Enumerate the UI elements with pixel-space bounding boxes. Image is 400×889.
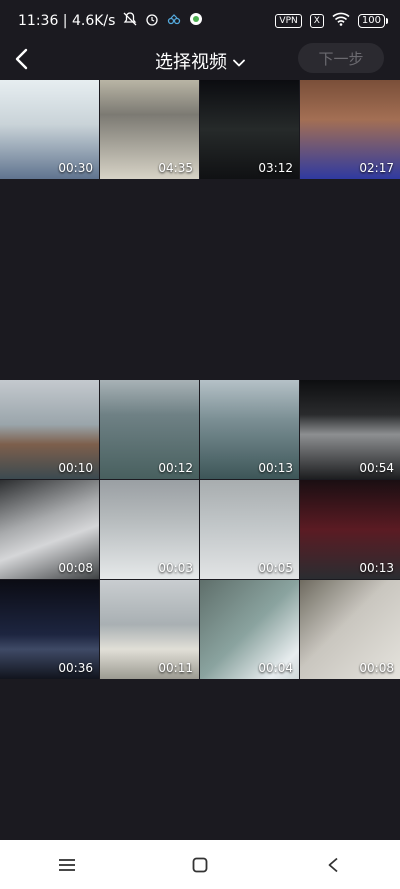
video-duration: 02:17 [359, 161, 394, 175]
header: 选择视频 下一步 [0, 42, 400, 80]
app-notification-icon [167, 12, 181, 30]
back-triangle-icon[interactable] [313, 845, 353, 885]
video-duration: 00:11 [158, 661, 193, 675]
page-title: 选择视频 [155, 52, 227, 73]
status-left: 11:36 | 4.6K/s [18, 12, 203, 30]
video-thumbnail[interactable]: 00:13 [200, 380, 299, 479]
video-duration: 00:54 [359, 461, 394, 475]
chevron-down-icon [233, 51, 245, 72]
video-thumbnail[interactable]: 00:30 [0, 80, 99, 179]
video-thumbnail[interactable]: 00:12 [100, 380, 199, 479]
video-thumbnail[interactable]: 00:13 [300, 480, 400, 579]
video-thumbnail[interactable]: 04:35 [100, 80, 199, 179]
video-duration: 00:12 [158, 461, 193, 475]
video-thumbnail[interactable]: 00:10 [0, 380, 99, 479]
video-thumbnail[interactable]: 00:36 [0, 580, 99, 679]
next-step-button[interactable]: 下一步 [298, 43, 384, 73]
battery-tip [386, 18, 388, 24]
video-thumbnail[interactable]: 00:11 [100, 580, 199, 679]
battery-indicator: 100 [357, 14, 388, 28]
wifi-icon [332, 12, 350, 30]
video-duration: 00:08 [58, 561, 93, 575]
video-thumbnail[interactable]: 02:17 [300, 80, 400, 179]
mute-bell-icon [123, 12, 137, 30]
video-duration: 00:08 [359, 661, 394, 675]
battery-level: 100 [357, 14, 385, 28]
video-thumbnail[interactable]: 00:05 [200, 480, 299, 579]
x-badge: X [309, 14, 324, 28]
video-duration: 00:13 [359, 561, 394, 575]
video-duration: 00:04 [258, 661, 293, 675]
status-time-speed: 11:36 | 4.6K/s [18, 13, 116, 29]
menu-icon[interactable] [47, 845, 87, 885]
system-nav-bar [0, 840, 400, 889]
video-duration: 04:35 [158, 161, 193, 175]
vpn-badge: VPN [275, 14, 302, 28]
video-duration: 00:13 [258, 461, 293, 475]
video-duration: 03:12 [258, 161, 293, 175]
video-thumbnail[interactable]: 00:08 [0, 480, 99, 579]
video-duration: 00:30 [58, 161, 93, 175]
home-square-icon[interactable] [180, 845, 220, 885]
app-badge-icon [189, 12, 203, 30]
video-thumbnail[interactable]: 00:54 [300, 380, 400, 479]
video-duration: 00:36 [58, 661, 93, 675]
video-thumbnail[interactable]: 03:12 [200, 80, 299, 179]
video-thumbnail[interactable]: 00:04 [200, 580, 299, 679]
status-bar: 11:36 | 4.6K/s VPN X 100 [0, 0, 400, 42]
video-duration: 00:10 [58, 461, 93, 475]
video-thumbnail[interactable]: 00:08 [300, 580, 400, 679]
alarm-icon [145, 12, 159, 30]
video-grid-top: 00:30 04:35 03:12 02:17 [0, 80, 400, 180]
video-thumbnail[interactable]: 00:03 [100, 480, 199, 579]
video-grid-bottom: 00:10 00:12 00:13 00:54 00:08 00:03 00:0… [0, 380, 400, 680]
video-duration: 00:03 [158, 561, 193, 575]
status-right: VPN X 100 [275, 12, 388, 30]
video-duration: 00:05 [258, 561, 293, 575]
